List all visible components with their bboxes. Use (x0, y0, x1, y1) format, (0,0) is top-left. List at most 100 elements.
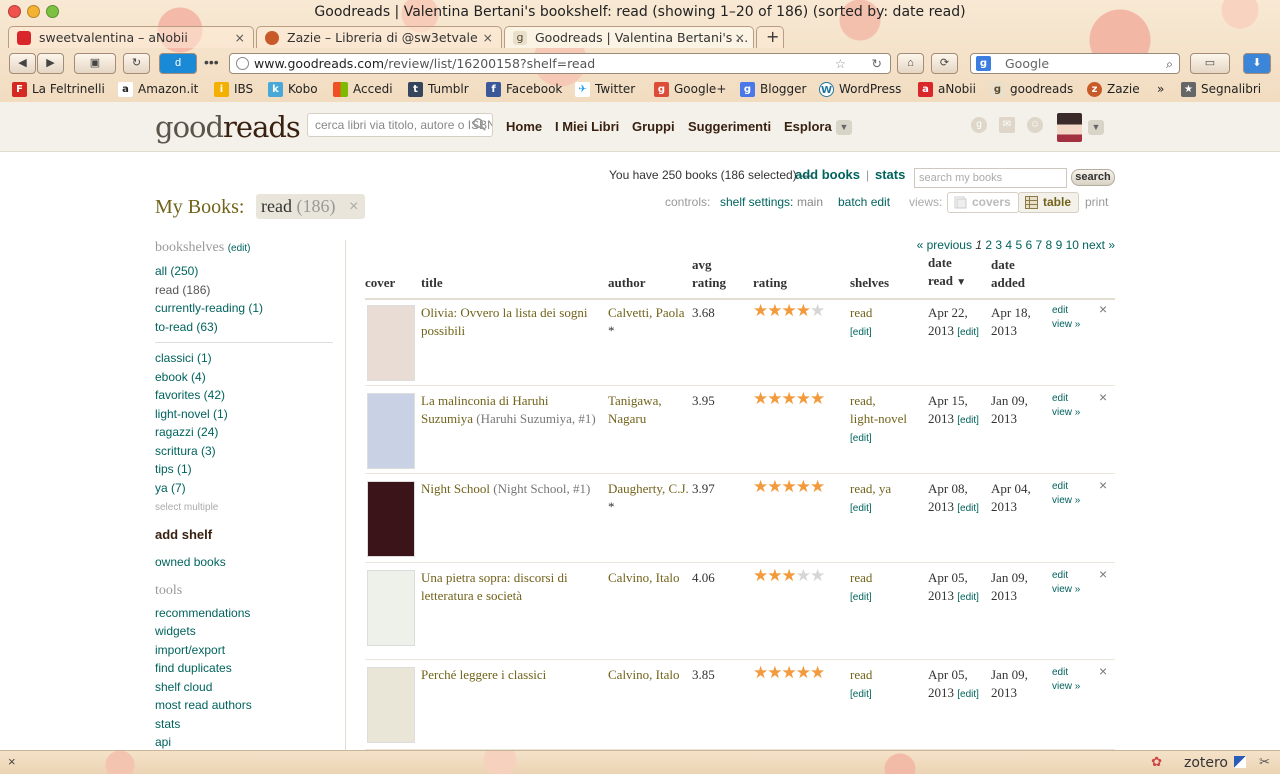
edit-date-link[interactable]: [edit] (957, 503, 979, 514)
new-tab-button[interactable]: + (756, 26, 784, 48)
select-multiple-link[interactable]: select multiple (155, 502, 218, 513)
delicious-icon[interactable]: d (159, 53, 197, 74)
edit-shelves-link[interactable]: [edit] (850, 503, 872, 514)
download-icon[interactable]: ⬇ (1243, 53, 1271, 74)
edit-review-link[interactable]: edit (1052, 305, 1068, 316)
shelf-ragazzi[interactable]: ragazzi (24) (155, 425, 218, 439)
tool-recommendations[interactable]: recommendations (155, 606, 250, 620)
search-icon[interactable] (472, 117, 487, 132)
page-link[interactable]: 2 (985, 238, 992, 252)
star-icon[interactable]: ★ (810, 663, 825, 682)
home-icon[interactable]: ⌂ (897, 53, 924, 74)
tool-stats[interactable]: stats (155, 717, 180, 731)
page-link[interactable]: 10 (1066, 238, 1079, 252)
bookmark-amazon[interactable]: a Amazon.it (118, 81, 198, 97)
edit-review-link[interactable]: edit (1052, 570, 1068, 581)
close-addon-bar-icon[interactable]: × (8, 754, 16, 769)
page-link[interactable]: 3 (995, 238, 1002, 252)
bookmarks-overflow-icon[interactable]: » (1157, 81, 1164, 97)
star-icon[interactable]: ★ (782, 566, 797, 585)
remove-book-icon[interactable]: × (1099, 566, 1107, 582)
nav-groups[interactable]: Gruppi (632, 119, 675, 134)
tab-zazie[interactable]: Zazie – Libreria di @sw3etvale × (256, 26, 502, 48)
my-rating-stars[interactable]: ★★★★★ (753, 301, 825, 320)
extension-icon[interactable]: ✿ (1151, 754, 1162, 770)
my-rating-stars[interactable]: ★★★★★ (753, 389, 825, 408)
reload-icon[interactable]: ↻ (872, 54, 882, 73)
add-shelf-link[interactable]: add shelf (155, 527, 212, 542)
address-bar[interactable]: www.goodreads.com/review/list/16200158?s… (229, 53, 891, 74)
print-link[interactable]: print (1085, 195, 1108, 209)
star-icon[interactable]: ★ (767, 301, 782, 320)
edit-shelves-link[interactable]: (edit) (228, 243, 251, 254)
column-title[interactable]: title (421, 274, 443, 292)
my-rating-stars[interactable]: ★★★★★ (753, 477, 825, 496)
bookmark-kobo[interactable]: k Kobo (268, 81, 318, 97)
shelf-light-novel[interactable]: light-novel (1) (155, 407, 228, 421)
bookmark-twitter[interactable]: ✈ Twitter (575, 81, 635, 97)
bookmark-facebook[interactable]: f Facebook (486, 81, 562, 97)
shelf-read[interactable]: read (186) (155, 283, 210, 297)
star-icon[interactable]: ★ (810, 477, 825, 496)
shelf-link[interactable]: light-novel (850, 411, 907, 426)
tool-shelf-cloud[interactable]: shelf cloud (155, 680, 212, 694)
overflow-icon[interactable]: ••• (204, 54, 219, 70)
star-icon[interactable]: ★ (782, 477, 797, 496)
tool-find-duplicates[interactable]: find duplicates (155, 661, 232, 675)
bookmark-tumblr[interactable]: t Tumblr (408, 81, 469, 97)
table-view-button[interactable]: table (1018, 192, 1080, 213)
forward-button[interactable]: ▶ (37, 53, 64, 74)
shelf-to-read[interactable]: to-read (63) (155, 320, 218, 334)
star-icon[interactable]: ★ (753, 477, 768, 496)
star-icon[interactable]: ★ (810, 566, 825, 585)
star-icon[interactable]: ★ (796, 301, 811, 320)
view-review-link[interactable]: view » (1052, 584, 1080, 595)
tool-widgets[interactable]: widgets (155, 624, 196, 638)
edit-review-link[interactable]: edit (1052, 667, 1068, 678)
edit-shelves-link[interactable]: [edit] (850, 433, 872, 444)
notifications-icon[interactable]: g (971, 117, 987, 133)
bookmark-blogger[interactable]: g Blogger (740, 81, 806, 97)
tool-api[interactable]: api (155, 735, 171, 749)
book-author-link[interactable]: Daugherty, C.J. * (608, 480, 690, 516)
bookmark-anobii[interactable]: a aNobii (918, 81, 976, 97)
my-rating-stars[interactable]: ★★★★★ (753, 663, 825, 682)
search-button[interactable]: search (1071, 169, 1115, 186)
star-icon[interactable]: ★ (782, 389, 797, 408)
edit-date-link[interactable]: [edit] (957, 327, 979, 338)
page-link[interactable]: 7 (1036, 238, 1043, 252)
bookmark-google-plus[interactable]: g Google+ (654, 81, 726, 97)
search-icon[interactable]: ⌕ (1166, 54, 1173, 73)
close-tab-icon[interactable]: × (235, 27, 245, 48)
page-link[interactable]: 9 (1056, 238, 1063, 252)
column-avg-rating[interactable]: avg rating (692, 256, 726, 292)
star-icon[interactable]: ★ (796, 389, 811, 408)
view-review-link[interactable]: view » (1052, 681, 1080, 692)
close-tab-icon[interactable]: × (735, 27, 745, 48)
edit-shelves-link[interactable]: [edit] (850, 689, 872, 700)
book-title-link[interactable]: Olivia: Ovvero la lista dei sogni possib… (421, 304, 601, 340)
shelf-classici[interactable]: classici (1) (155, 351, 212, 365)
star-icon[interactable]: ★ (782, 663, 797, 682)
profile-menu-chevron-icon[interactable]: ▼ (1088, 120, 1104, 135)
column-date-read[interactable]: date read ▼ (928, 254, 966, 292)
share-icon[interactable]: ↻ (123, 53, 150, 74)
scissors-icon[interactable]: ✂ (1259, 754, 1270, 770)
add-books-link[interactable]: add books (795, 167, 860, 182)
shelf-favorites[interactable]: favorites (42) (155, 388, 225, 402)
star-icon[interactable]: ★ (796, 477, 811, 496)
book-cover[interactable] (367, 305, 415, 381)
bookmark-la-feltrinelli[interactable]: F La Feltrinelli (12, 81, 105, 97)
avatar[interactable] (1057, 113, 1082, 142)
tool-most-read-authors[interactable]: most read authors (155, 698, 252, 712)
shelf-tips[interactable]: tips (1) (155, 462, 192, 476)
column-rating[interactable]: rating (753, 274, 787, 292)
shelf-ebook[interactable]: ebook (4) (155, 370, 206, 384)
book-title-link[interactable]: Perché leggere i classici (421, 666, 601, 684)
edit-review-link[interactable]: edit (1052, 393, 1068, 404)
shelf-ya[interactable]: ya (7) (155, 481, 186, 495)
bookmark-goodreads[interactable]: g goodreads (990, 81, 1073, 97)
bookmark-ibs[interactable]: i IBS (214, 81, 253, 97)
nav-explore[interactable]: Esplora (784, 119, 832, 134)
shelf-currently-reading[interactable]: currently-reading (1) (155, 301, 263, 315)
